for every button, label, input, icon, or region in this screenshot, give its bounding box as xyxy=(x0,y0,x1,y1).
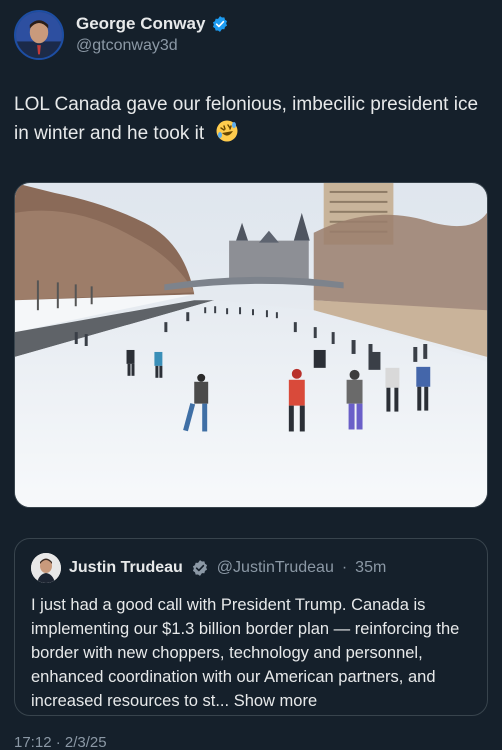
profile-photo-icon xyxy=(31,553,61,583)
tweet-text: LOL Canada gave our felonious, imbecilic… xyxy=(14,90,484,148)
quoted-author-avatar[interactable] xyxy=(31,553,61,583)
tweet-photo[interactable] xyxy=(14,182,488,508)
quoted-author-handle[interactable]: @JustinTrudeau xyxy=(217,559,334,577)
tweet-header: George Conway @gtconway3d xyxy=(14,10,229,60)
rolling-on-floor-laughing-emoji-icon xyxy=(216,120,238,142)
quoted-tweet-header: Justin Trudeau @JustinTrudeau · 35m xyxy=(31,553,471,583)
tweet-timestamp[interactable]: 17:12 · 2/3/25 xyxy=(14,734,107,750)
author-name[interactable]: George Conway xyxy=(76,14,205,34)
quoted-tweet-time[interactable]: 35m xyxy=(355,559,386,577)
photo-skaters-on-frozen-canal xyxy=(15,183,487,507)
tweet-body: LOL Canada gave our felonious, imbecilic… xyxy=(14,94,479,144)
quoted-author-name[interactable]: Justin Trudeau xyxy=(69,559,183,577)
verified-badge-icon xyxy=(192,560,207,576)
author-avatar[interactable] xyxy=(14,10,64,60)
quoted-tweet[interactable]: Justin Trudeau @JustinTrudeau · 35m I ju… xyxy=(14,538,488,716)
profile-photo-icon xyxy=(16,12,62,58)
show-more-link[interactable]: Show more xyxy=(234,692,317,710)
verified-badge-icon xyxy=(213,16,228,32)
separator-dot: · xyxy=(341,559,348,576)
author-handle[interactable]: @gtconway3d xyxy=(76,37,229,55)
quoted-tweet-text: I just had a good call with President Tr… xyxy=(31,593,471,713)
